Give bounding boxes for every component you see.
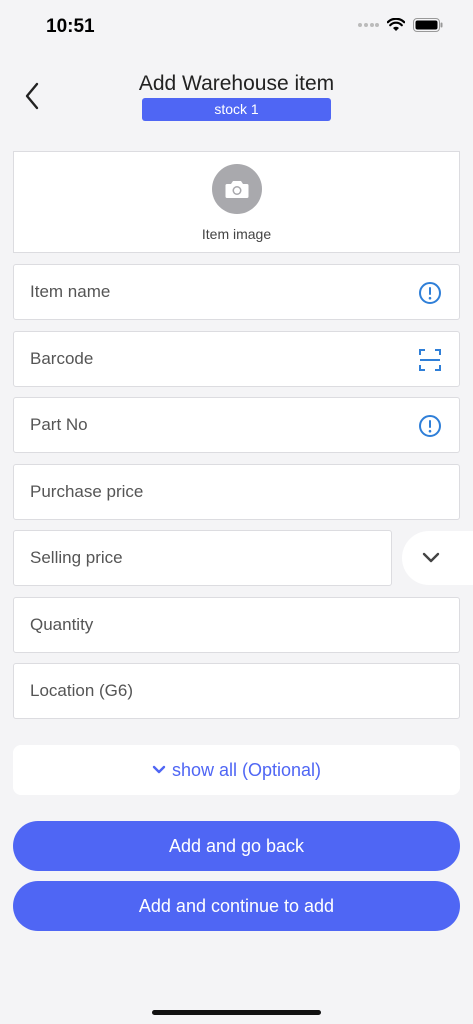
chevron-down-icon xyxy=(422,552,440,563)
item-image-label: Item image xyxy=(201,226,272,242)
quantity-field[interactable] xyxy=(13,597,460,653)
purchase-price-input[interactable] xyxy=(30,482,390,502)
selling-price-input[interactable] xyxy=(30,548,390,568)
item-name-input[interactable] xyxy=(30,282,390,302)
battery-icon xyxy=(413,18,443,32)
item-name-info-button[interactable] xyxy=(417,280,443,306)
quantity-input[interactable] xyxy=(30,615,390,635)
cellular-dots-icon xyxy=(358,23,379,27)
add-and-go-back-button[interactable]: Add and go back xyxy=(13,821,460,871)
show-all-label: show all (Optional) xyxy=(171,759,322,780)
camera-button[interactable] xyxy=(211,164,262,214)
item-image-picker[interactable]: Item image xyxy=(13,151,460,253)
item-name-field[interactable] xyxy=(13,264,460,320)
home-indicator xyxy=(152,1010,321,1015)
selling-price-dropdown-button[interactable] xyxy=(402,531,473,585)
nav-bar: Add Warehouse item stock 1 xyxy=(0,64,473,128)
stock-badge: stock 1 xyxy=(142,98,331,121)
info-circle-icon xyxy=(419,282,441,304)
page-title: Add Warehouse item xyxy=(138,72,335,95)
wifi-icon xyxy=(387,18,405,31)
barcode-scan-button[interactable] xyxy=(417,347,443,373)
add-and-continue-button[interactable]: Add and continue to add xyxy=(13,881,460,931)
barcode-input[interactable] xyxy=(30,349,390,369)
part-no-input[interactable] xyxy=(30,415,390,435)
barcode-scan-icon xyxy=(419,349,441,371)
status-icons xyxy=(357,18,443,32)
location-input[interactable] xyxy=(30,681,390,701)
part-no-field[interactable] xyxy=(13,397,460,453)
status-bar: 10:51 xyxy=(0,0,473,54)
chevron-down-icon xyxy=(152,765,166,774)
info-circle-icon xyxy=(419,415,441,437)
selling-price-field[interactable] xyxy=(13,530,392,586)
show-all-optional-button[interactable]: show all (Optional) xyxy=(13,745,460,795)
purchase-price-field[interactable] xyxy=(13,464,460,520)
camera-icon xyxy=(225,181,248,198)
barcode-field[interactable] xyxy=(13,331,460,387)
status-time: 10:51 xyxy=(46,16,95,37)
part-no-info-button[interactable] xyxy=(417,413,443,439)
location-field[interactable] xyxy=(13,663,460,719)
